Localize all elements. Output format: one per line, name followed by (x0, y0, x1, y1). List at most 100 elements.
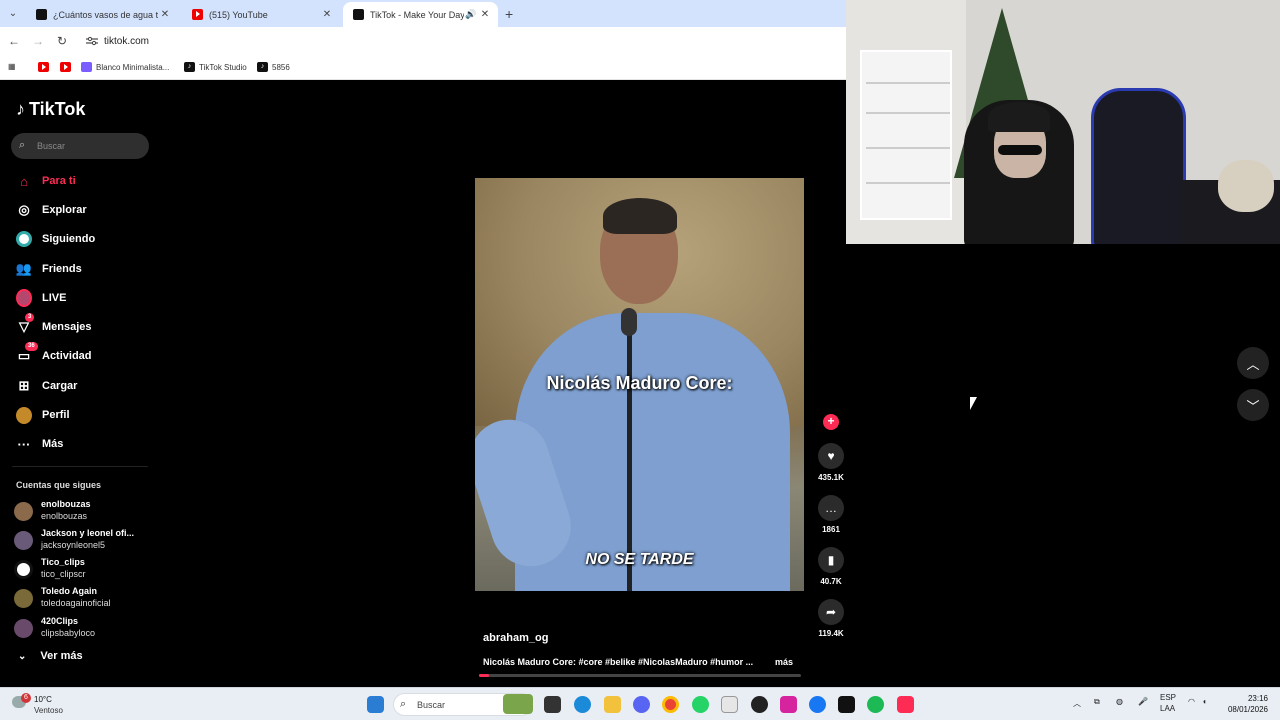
tiktok-app-icon[interactable] (838, 696, 855, 713)
volume-icon[interactable]: ◖ (1202, 697, 1207, 706)
account-handle: jacksoynleonel5 (41, 540, 106, 550)
file-explorer-icon[interactable] (604, 696, 621, 713)
bookmark-youtube-2[interactable] (60, 62, 75, 72)
bookmark-youtube-1[interactable] (38, 62, 53, 72)
nav-para-ti[interactable]: ⌂ Para ti (16, 170, 156, 192)
account-name: enolbouzas (41, 499, 91, 509)
close-tab-icon[interactable]: ✕ (478, 9, 492, 20)
close-tab-icon[interactable]: ✕ (158, 9, 172, 20)
like-button[interactable]: ♥ 435.1K (817, 443, 845, 482)
snipping-tool-icon[interactable] (721, 696, 738, 713)
tiktok-logo-icon: ♪ (16, 99, 25, 119)
profile-icon (16, 406, 32, 424)
comment-button[interactable]: … 1861 (817, 495, 845, 534)
wifi-icon[interactable]: ◠ (1188, 697, 1195, 706)
divider (12, 466, 148, 467)
weather-condition: Ventoso (34, 706, 63, 715)
nav-label: Mensajes (42, 321, 92, 333)
chevron-down-icon: ﹀ (1246, 398, 1260, 414)
save-button[interactable]: ▮ 40.7K (817, 547, 845, 586)
tiktok-studio-icon[interactable] (897, 696, 914, 713)
instagram-icon[interactable] (780, 696, 797, 713)
nav-friends[interactable]: 👥 Friends (16, 258, 156, 280)
nav-mas[interactable]: ··· Más (16, 433, 156, 455)
whatsapp-icon[interactable] (692, 696, 709, 713)
chrome-icon[interactable] (662, 696, 679, 713)
more-icon: ··· (17, 436, 31, 452)
bookmark-tiktok-studio[interactable]: ♪ TikTok Studio (184, 62, 247, 72)
account-name: 420Clips (41, 616, 79, 626)
tab-search-chevron-icon[interactable]: ⌄ (4, 5, 22, 23)
windows-start-icon[interactable] (367, 696, 384, 713)
nav-actividad[interactable]: ▭ 36 Actividad (16, 342, 156, 367)
url-field[interactable]: tiktok.com (104, 36, 149, 47)
tray-overflow-icon[interactable]: ︿ (1073, 698, 1081, 709)
see-more-label: Ver más (40, 650, 83, 662)
nav-label: Friends (42, 263, 82, 275)
system-clock[interactable]: 23:16 08/01/2026 (1222, 693, 1268, 715)
video-author[interactable]: abraham_og (483, 632, 548, 644)
cam-glasses (998, 145, 1042, 155)
tab-vasos-agua[interactable]: ¿Cuántos vasos de agua te llev ✕ (26, 2, 178, 27)
tiktok-icon: ♪ (257, 62, 268, 72)
following-account[interactable]: 420Clips clipsbabyloco (14, 616, 154, 642)
close-tab-icon[interactable]: ✕ (320, 9, 334, 20)
language-indicator[interactable]: ESP (1160, 693, 1176, 702)
nav-label: Actividad (42, 350, 92, 362)
following-account[interactable]: Tico_clips tico_clipscr (14, 557, 154, 583)
tray-app-icon[interactable]: ⧉ (1094, 697, 1100, 707)
search-input[interactable]: ⌕ Buscar (11, 133, 149, 159)
tab-title: ¿Cuántos vasos de agua te llev (53, 9, 158, 20)
edge-icon[interactable] (574, 696, 591, 713)
tab-youtube[interactable]: (515) YouTube ✕ (182, 2, 340, 27)
audio-playing-icon[interactable]: 🔊 (464, 9, 478, 20)
discord-icon[interactable] (633, 696, 650, 713)
video-progress-bar[interactable] (479, 674, 801, 677)
nav-live[interactable]: LIVE (16, 287, 156, 309)
nav-perfil[interactable]: Perfil (16, 404, 156, 426)
language-layout[interactable]: LAA (1160, 704, 1175, 713)
tiktok-logo[interactable]: ♪ TikTok (16, 99, 85, 120)
video-player[interactable]: Nicolás Maduro Core: NO SE TARDE (475, 178, 804, 591)
chevron-up-icon: ︿ (1246, 356, 1260, 372)
bookmark-blanco-minimalista[interactable]: Blanco Minimalista... (81, 62, 169, 72)
upload-icon: ⊞ (18, 378, 30, 393)
nav-label: LIVE (42, 292, 67, 304)
tab-title: TikTok - Make Your Day (370, 9, 464, 20)
obs-icon[interactable] (751, 696, 768, 713)
following-account[interactable]: enolbouzas enolbouzas (14, 499, 154, 525)
follow-plus-button[interactable]: + (823, 414, 839, 430)
tab-title: (515) YouTube (209, 9, 268, 20)
nav-explorar[interactable]: ◎ Explorar (16, 199, 156, 221)
reload-icon[interactable]: ↻ (54, 34, 70, 48)
account-handle: tico_clipscr (41, 569, 86, 579)
tab-tiktok[interactable]: TikTok - Make Your Day 🔊 ✕ (343, 2, 498, 27)
back-icon[interactable]: ← (6, 34, 22, 48)
next-video-button[interactable]: ﹀ (1237, 389, 1269, 421)
mouse-cursor (970, 397, 977, 410)
share-count: 119.4K (818, 629, 844, 638)
bookmark-5856[interactable]: ♪ 5856 (257, 62, 290, 72)
facebook-icon[interactable] (809, 696, 826, 713)
live-icon (16, 289, 32, 307)
bookmark-icon: ▮ (818, 547, 844, 573)
description-more-link[interactable]: más (775, 657, 793, 667)
nav-mensajes[interactable]: ▽ 3 Mensajes (16, 313, 156, 338)
nav-cargar[interactable]: ⊞ Cargar (16, 375, 156, 397)
weather-badge: 6 (21, 693, 31, 703)
nav-siguiendo[interactable]: Siguiendo (16, 228, 156, 250)
tray-network-icon[interactable]: ◍ (1116, 697, 1123, 706)
following-account[interactable]: Jackson y leonel ofi... jacksoynleonel5 (14, 528, 154, 554)
task-view-icon[interactable] (544, 696, 561, 713)
previous-video-button[interactable]: ︿ (1237, 347, 1269, 379)
share-button[interactable]: ➦ 119.4K (817, 599, 845, 638)
see-more-button[interactable]: ⌄ Ver más (18, 650, 83, 662)
new-tab-button[interactable]: + (505, 6, 513, 22)
apps-grid-icon[interactable]: ▦ (8, 62, 16, 71)
account-handle: clipsbabyloco (41, 628, 96, 638)
following-account[interactable]: Toledo Again toledoagainoficial (14, 586, 154, 612)
site-info-icon[interactable] (86, 36, 98, 46)
forward-icon[interactable]: → (30, 34, 46, 48)
spotify-icon[interactable] (867, 696, 884, 713)
microphone-icon[interactable]: 🎤 (1138, 697, 1148, 706)
